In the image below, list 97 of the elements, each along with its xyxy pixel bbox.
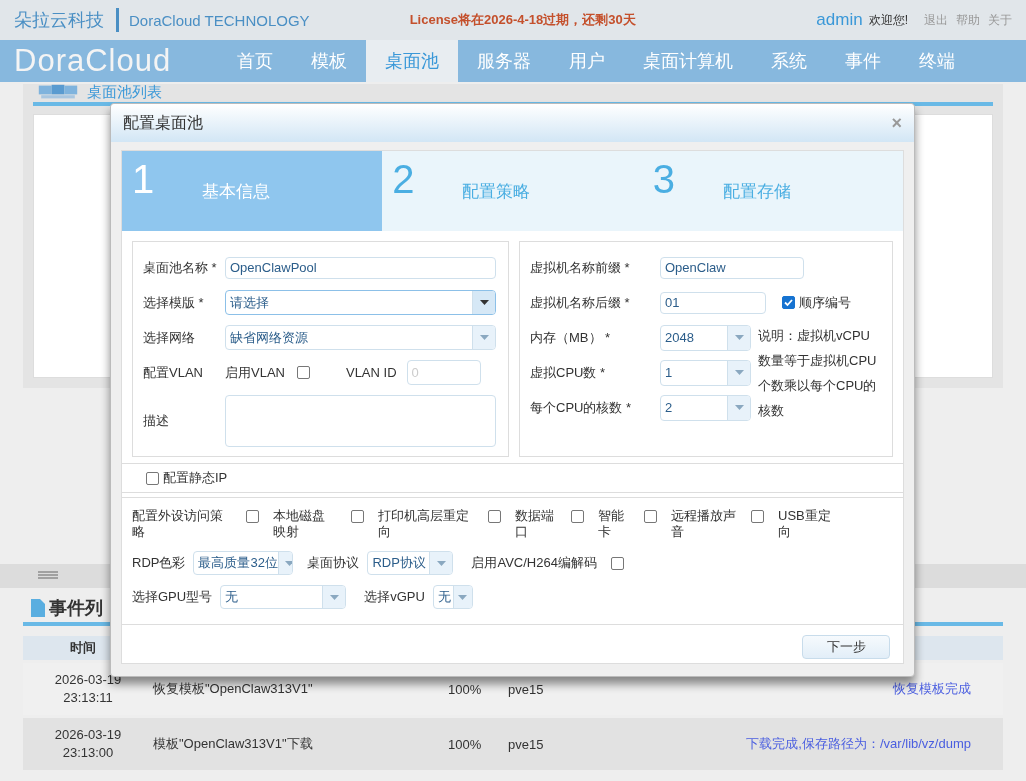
- field-label: 虚拟机名称前缀 *: [530, 258, 631, 277]
- nav-tab[interactable]: 模板: [292, 40, 366, 82]
- field-label: 每个CPU的核数 *: [530, 398, 633, 417]
- caret-icon: [479, 300, 489, 305]
- caret-icon: [285, 560, 293, 566]
- caret-icon: [458, 594, 468, 600]
- table-cell-text: 2026-03-19 23:13:00: [53, 726, 123, 762]
- header-link[interactable]: 帮助: [956, 11, 980, 29]
- welcome-text: 欢迎您!: [868, 11, 908, 29]
- checkbox[interactable]: [146, 471, 159, 485]
- dropdown[interactable]: 2048: [660, 324, 751, 351]
- user-link[interactable]: admin: [816, 10, 863, 30]
- brand-name: 朵拉云科技: [14, 9, 104, 32]
- nav-tab[interactable]: 系统: [752, 40, 826, 82]
- table-cell-text: 恢复模板"OpenClaw313V1": [153, 680, 314, 698]
- checkbox-label: 本地磁盘映射: [273, 508, 326, 540]
- checkbox[interactable]: [488, 510, 501, 523]
- field-label: 桌面池名称 *: [143, 258, 218, 277]
- caret-icon: [329, 594, 339, 600]
- field-label: 配置外设访问策略: [132, 508, 224, 540]
- dropdown[interactable]: 无: [432, 585, 473, 609]
- checkbox-label: 打印机高层重定向: [378, 508, 470, 540]
- field-label: VLAN ID: [345, 365, 397, 380]
- help-note: 说明：虚拟机vCPU数量等于虚拟机CPU个数乘以每个CPU的核数: [758, 327, 878, 420]
- column-header: 时间: [69, 639, 97, 657]
- dropdown[interactable]: 最高质量32位: [193, 551, 294, 575]
- checkbox[interactable]: [644, 510, 657, 523]
- document-icon: [31, 599, 45, 617]
- field-label: 选择网络: [143, 328, 196, 347]
- wizard-step[interactable]: 3 配置存储: [642, 151, 903, 231]
- table-cell-text: pve15: [508, 736, 545, 752]
- checkbox-label: 数据端口: [515, 508, 555, 540]
- table-cell-text: 恢复模板完成: [892, 680, 972, 698]
- table-cell-text: pve15: [508, 681, 545, 697]
- nav-tab[interactable]: 首页: [218, 40, 292, 82]
- field-label: 配置VLAN: [143, 363, 204, 382]
- dropdown[interactable]: 2: [660, 394, 751, 421]
- wizard-step[interactable]: 2 配置策略: [382, 151, 643, 231]
- checkbox-label: 启用VLAN: [225, 363, 285, 382]
- table-cell-text: 下载完成,保存路径为：/var/lib/vz/dump: [745, 735, 972, 753]
- brand-subtitle: DoraCloud TECHNOLOGY: [129, 11, 310, 29]
- caret-icon: [479, 335, 489, 340]
- checkbox[interactable]: [296, 366, 310, 379]
- caret-icon: [436, 560, 446, 566]
- dropdown[interactable]: 1: [660, 359, 751, 386]
- next-button[interactable]: 下一步: [802, 635, 890, 659]
- wizard-step[interactable]: 1 基本信息: [122, 151, 383, 231]
- header-link[interactable]: 关于: [988, 11, 1012, 29]
- caret-icon: [734, 405, 744, 410]
- table-cell-text: 100%: [448, 681, 483, 697]
- license-notice: License将在2026-4-18过期，还剩30天: [409, 11, 636, 29]
- nav-tab[interactable]: 桌面计算机: [624, 40, 752, 82]
- checkbox[interactable]: [782, 296, 795, 309]
- checkbox-label: 智能卡: [598, 508, 625, 540]
- field-label: 虚拟机名称后缀 *: [530, 293, 631, 312]
- field-label: 选择GPU型号: [132, 588, 213, 606]
- section-title: 桌面池列表: [87, 84, 162, 100]
- checkbox-label: 配置静态IP: [163, 469, 228, 487]
- table-cell-text: 2026-03-19 23:13:11: [53, 671, 123, 707]
- table-cell-text: 模板"OpenClaw313V1"下载: [153, 735, 314, 753]
- logo: DoraCloud: [13, 42, 173, 80]
- caret-icon: [734, 370, 744, 375]
- nav-tab[interactable]: 桌面池: [366, 40, 458, 82]
- input-field[interactable]: 01: [660, 291, 766, 314]
- dropdown[interactable]: 无: [220, 585, 347, 609]
- field-label: 虚拟CPU数 *: [530, 363, 607, 382]
- checkbox[interactable]: [751, 510, 764, 523]
- field-label: 选择vGPU: [364, 588, 425, 606]
- checkbox[interactable]: [571, 510, 584, 523]
- input-field[interactable]: OpenClaw: [660, 256, 804, 279]
- input-field[interactable]: OpenClawPool: [225, 256, 496, 279]
- section-title: 事件列: [49, 597, 103, 620]
- nav-tab[interactable]: 用户: [550, 40, 624, 82]
- checkbox[interactable]: [246, 510, 259, 523]
- dialog-title: 配置桌面池: [123, 112, 203, 133]
- checkbox[interactable]: [610, 556, 624, 570]
- dropdown[interactable]: 请选择: [225, 290, 496, 315]
- field-label: 桌面协议: [307, 554, 360, 572]
- checkbox-label: USB重定向: [778, 508, 832, 540]
- nav-tab[interactable]: 服务器: [458, 40, 550, 82]
- table-cell-text: 100%: [448, 736, 483, 752]
- nav-tab[interactable]: 事件: [826, 40, 900, 82]
- dropdown[interactable]: RDP协议: [367, 551, 454, 575]
- checkbox-label: 启用AVC/H264编解码: [471, 554, 597, 572]
- header-link[interactable]: 退出: [924, 11, 948, 29]
- field-label: 描述: [143, 412, 170, 430]
- checkbox-label: 顺序编号: [799, 293, 851, 312]
- caret-icon: [734, 335, 744, 340]
- close-button[interactable]: ×: [891, 112, 902, 134]
- field-label: 内存（MB） *: [530, 328, 612, 347]
- checkbox[interactable]: [351, 510, 364, 523]
- nav-tab[interactable]: 终端: [900, 40, 974, 82]
- field-label: RDP色彩: [132, 554, 186, 572]
- list-icon: [38, 571, 58, 581]
- checkbox-label: 远程播放声音: [671, 508, 737, 540]
- dropdown[interactable]: 缺省网络资源: [225, 325, 496, 350]
- field-label: 选择模版 *: [143, 293, 205, 312]
